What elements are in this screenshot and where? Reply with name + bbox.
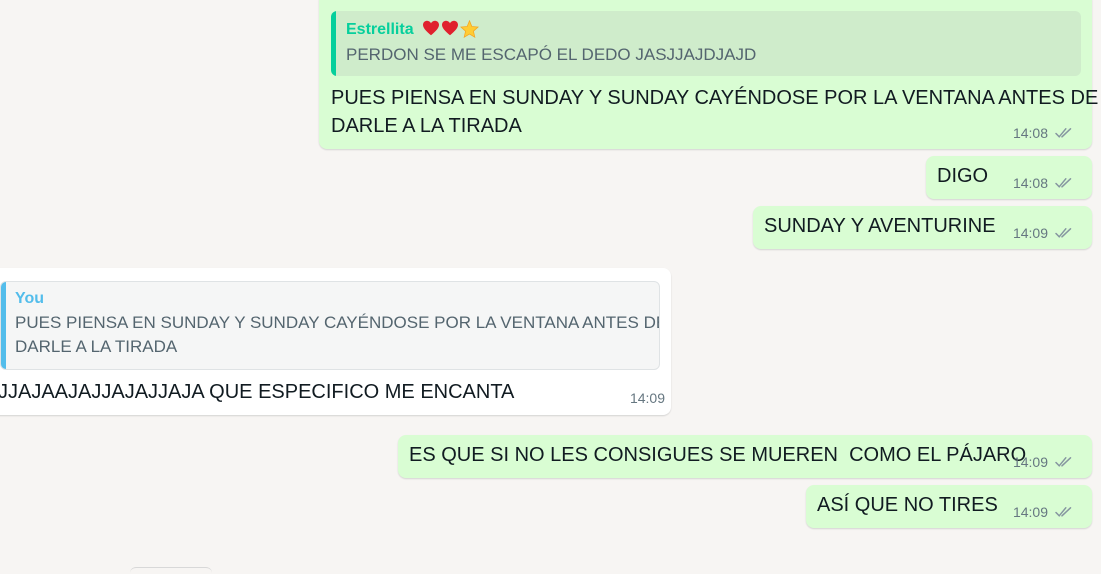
timestamp: 14:08 (1012, 125, 1048, 141)
quote-text: PUES PIENSA EN SUNDAY Y SUNDAY CAYÉNDOSE… (15, 313, 660, 332)
double-check-icon (1055, 507, 1072, 517)
message-meta: 14:09 (1013, 504, 1074, 520)
timestamp: 14:09 (1012, 504, 1048, 520)
message-bubble-incoming[interactable]: You PUES PIENSA EN SUNDAY Y SUNDAY CAYÉN… (0, 268, 671, 415)
quote-author-row: Estrellita (346, 20, 480, 39)
partial-bubble-edge (130, 567, 212, 574)
red-heart-icon (423, 20, 440, 36)
double-check-icon (1055, 228, 1072, 238)
message-meta: 14:08 (1013, 175, 1074, 191)
message-text: PUES PIENSA EN SUNDAY Y SUNDAY CAYÉNDOSE… (331, 87, 1099, 109)
message-meta: 14:09 (1013, 225, 1074, 241)
quote-text: PERDON SE ME ESCAPÓ EL DEDO JASJJAJDJAJD (346, 45, 757, 64)
message-bubble-outgoing[interactable]: ES QUE SI NO LES CONSIGUES SE MUEREN COM… (398, 435, 1092, 478)
quoted-message[interactable]: You PUES PIENSA EN SUNDAY Y SUNDAY CAYÉN… (0, 281, 660, 370)
timestamp: 14:09 (1012, 225, 1048, 241)
double-check-icon (1055, 457, 1072, 467)
message-meta: 14:08 (1013, 125, 1074, 141)
message-text: SUNDAY Y AVENTURINE (764, 215, 996, 237)
message-text: JJAJAAJAJJAJAJJAJA QUE ESPECIFICO ME ENC… (0, 381, 515, 403)
message-text: ES QUE SI NO LES CONSIGUES SE MUEREN COM… (409, 444, 1027, 466)
double-check-icon (1055, 178, 1072, 188)
message-bubble-outgoing[interactable]: Estrellita PERDON SE ME ESCAPÓ EL DEDO J… (319, 0, 1098, 149)
message-meta: 14:09 (630, 390, 665, 406)
emoji-group (422, 20, 480, 38)
quote-author: Estrellita (346, 21, 414, 38)
timestamp: 14:09 (1012, 454, 1048, 470)
red-heart-icon (442, 20, 459, 36)
quote-accent-bar (331, 11, 336, 76)
quote-text: DARLE A LA TIRADA (15, 337, 178, 356)
timestamp: 14:09 (629, 390, 665, 406)
message-bubble-outgoing[interactable]: ASÍ QUE NO TIRES 14:09 (806, 485, 1092, 528)
message-text: DIGO (937, 165, 989, 187)
message-bubble-outgoing[interactable]: DIGO 14:08 (926, 156, 1092, 199)
message-bubble-outgoing[interactable]: SUNDAY Y AVENTURINE 14:09 (753, 206, 1092, 249)
double-check-icon (1055, 128, 1072, 138)
message-text: ASÍ QUE NO TIRES (817, 494, 998, 516)
quoted-message[interactable]: Estrellita PERDON SE ME ESCAPÓ EL DEDO J… (331, 11, 1081, 76)
message-meta: 14:09 (1013, 454, 1074, 470)
message-text: DARLE A LA TIRADA (331, 115, 522, 137)
quote-accent-bar (1, 282, 6, 369)
timestamp: 14:08 (1012, 175, 1048, 191)
quote-author: You (15, 290, 45, 307)
glowing-star-icon (460, 20, 480, 38)
